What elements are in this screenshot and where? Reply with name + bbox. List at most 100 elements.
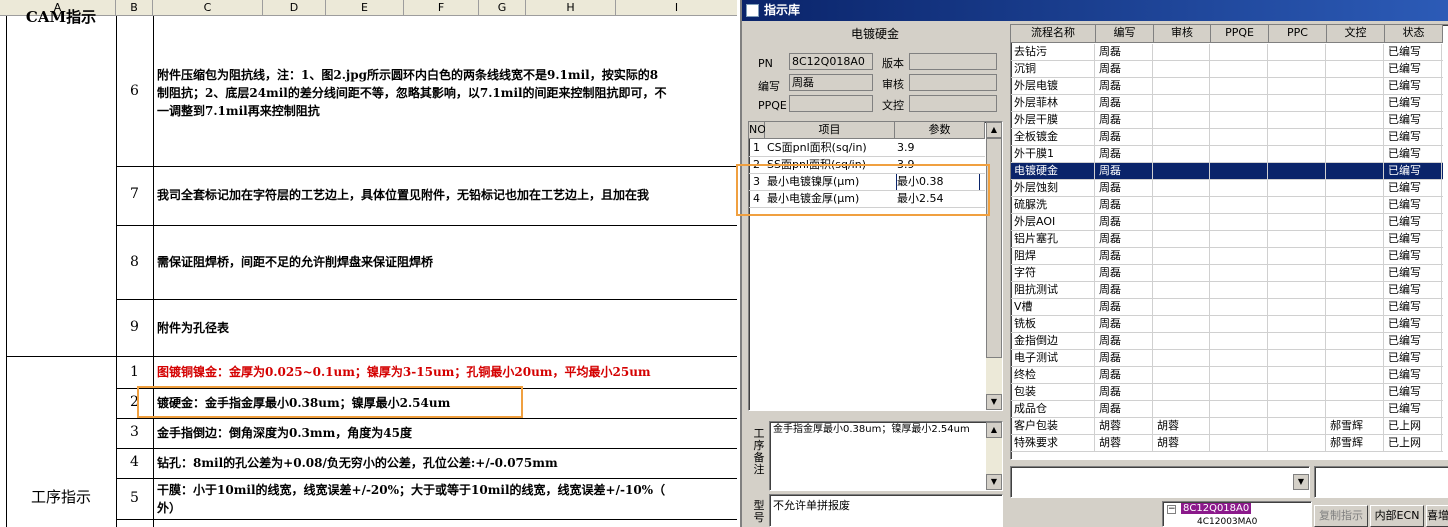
column-header-c[interactable]: C [153, 0, 263, 16]
pn-field[interactable]: 8C12Q018A0 [789, 53, 873, 70]
column-header-d[interactable]: D [263, 0, 326, 16]
row-number: 4 [130, 454, 139, 470]
type-text: 不允许单拼报废 [773, 499, 850, 512]
review-field[interactable] [909, 74, 997, 91]
next-button[interactable]: 喜增 [1426, 505, 1448, 527]
row-text[interactable]: 金手指倒边：倒角深度为0.3mm，角度为45度 [157, 423, 737, 443]
flow-row[interactable]: 去钻污 周磊 已编写 [1011, 44, 1443, 61]
params-header-value[interactable]: 参数 [895, 122, 985, 139]
grid-line [116, 478, 737, 479]
search-field[interactable] [1314, 466, 1448, 498]
row-text-line: 干膜：小于10mil的线宽，线宽误差+/-20%；大于或等于10mil的线宽，线… [157, 483, 666, 497]
flow-row[interactable]: 客户包装 胡蓉 胡蓉 郝雪辉 已上网 [1011, 418, 1443, 435]
flow-status: 已编写 [1388, 61, 1442, 78]
spreadsheet[interactable]: A B C D E F G H I CAM指示 工序指示 6 附件压缩包为阻抗线… [0, 0, 737, 527]
tree-root[interactable]: 8C12Q018A0 [1181, 503, 1252, 514]
tree-expand-icon[interactable]: − [1167, 505, 1176, 514]
section-label-process: 工序指示 [30, 488, 91, 506]
row-text[interactable]: 钻孔：8mil的孔公差为+0.08/负无穷小的公差，孔位公差:+/-0.075m… [157, 453, 737, 473]
scroll-up-icon[interactable]: ▲ [986, 422, 1002, 438]
row-number: 8 [130, 254, 139, 270]
row-text[interactable]: 附件压缩包为阻抗线，注：1、图2.jpg所示圆环内白色的两条线线宽不是9.1mi… [157, 66, 737, 120]
flow-row[interactable]: 金指倒边 周磊 已编写 [1011, 333, 1443, 350]
flows-header-ppqe[interactable]: PPQE [1211, 25, 1269, 43]
flow-ppqe [1214, 163, 1268, 180]
flow-row[interactable]: 外层电镀 周磊 已编写 [1011, 78, 1443, 95]
flow-row[interactable]: 全板镀金 周磊 已编写 [1011, 129, 1443, 146]
flow-row[interactable]: 字符 周磊 已编写 [1011, 265, 1443, 282]
param-value[interactable]: 3.9 [897, 140, 983, 156]
filter-combo[interactable]: ▼ [1010, 466, 1310, 498]
flow-row[interactable]: 终检 周磊 已编写 [1011, 367, 1443, 384]
flows-header-status[interactable]: 状态 [1385, 25, 1443, 43]
flow-review [1157, 146, 1210, 163]
flow-row[interactable]: 外层AOI 周磊 已编写 [1011, 214, 1443, 231]
flow-author: 周磊 [1099, 214, 1153, 231]
flow-row[interactable]: 包装 周磊 已编写 [1011, 384, 1443, 401]
row-text[interactable]: 我司全套标记加在字符层的工艺边上，具体位置见附件，无铅标记也加在工艺边上，且加在… [157, 185, 737, 205]
scroll-down-icon[interactable]: ▼ [986, 394, 1002, 410]
flow-ppc [1272, 367, 1326, 384]
flow-row[interactable]: V槽 周磊 已编写 [1011, 299, 1443, 316]
column-header-e[interactable]: E [326, 0, 404, 16]
flows-header-name[interactable]: 流程名称 [1011, 25, 1096, 43]
type-textarea[interactable]: 不允许单拼报废 [769, 494, 1003, 527]
column-header-h[interactable]: H [526, 0, 616, 16]
params-header-item[interactable]: 项目 [765, 122, 895, 139]
flow-ppc [1272, 265, 1326, 282]
flow-status: 已编写 [1388, 231, 1442, 248]
version-field[interactable] [909, 53, 997, 70]
flows-header-author[interactable]: 编写 [1096, 25, 1154, 43]
flow-review [1157, 231, 1210, 248]
pn-tree[interactable]: − 8C12Q018A0 4C12003MA0 [1162, 501, 1312, 527]
flows-header-ppc[interactable]: PPC [1269, 25, 1327, 43]
flow-row[interactable]: 外层菲林 周磊 已编写 [1011, 95, 1443, 112]
chevron-down-icon[interactable]: ▼ [1293, 474, 1309, 490]
flows-header-control[interactable]: 文控 [1327, 25, 1385, 43]
copy-instruction-button[interactable]: 复制指示 [1314, 505, 1368, 527]
author-field[interactable]: 周磊 [789, 74, 873, 91]
flow-row[interactable]: 外干膜1 周磊 已编写 [1011, 146, 1443, 163]
flow-row[interactable]: 电子测试 周磊 已编写 [1011, 350, 1443, 367]
flows-header-review[interactable]: 审核 [1154, 25, 1211, 43]
row-text[interactable]: 需保证阻焊桥，间距不足的允许削焊盘来保证阻焊桥 [157, 252, 737, 272]
flows-grid[interactable]: 流程名称 编写 审核 PPQE PPC 文控 状态 去钻污 周磊 已编写 沉铜 周磊 已编… [1010, 24, 1448, 460]
flow-row[interactable]: 阻焊 周磊 已编写 [1011, 248, 1443, 265]
flow-row[interactable]: 电镀硬金 周磊 已编写 [1011, 163, 1443, 180]
flow-row[interactable]: 外层干膜 周磊 已编写 [1011, 112, 1443, 129]
column-header-g[interactable]: G [479, 0, 526, 16]
flow-row[interactable]: 硫脲洗 周磊 已编写 [1011, 197, 1443, 214]
row-text[interactable]: 干膜：小于10mil的线宽，线宽误差+/-20%；大于或等于10mil的线宽，线… [157, 481, 737, 517]
row-text[interactable]: 附件为孔径表 [157, 318, 737, 338]
flow-row[interactable]: 沉铜 周磊 已编写 [1011, 61, 1443, 78]
flow-ppqe [1214, 180, 1268, 197]
column-header-b[interactable]: B [116, 0, 153, 16]
flow-name: 电镀硬金 [1014, 163, 1095, 180]
params-header-no[interactable]: NO [749, 122, 766, 139]
flow-ppqe [1214, 384, 1268, 401]
flow-row[interactable]: 阻抗测试 周磊 已编写 [1011, 282, 1443, 299]
scroll-down-icon[interactable]: ▼ [986, 474, 1002, 490]
flow-row[interactable]: 铣板 周磊 已编写 [1011, 316, 1443, 333]
note-scrollbar[interactable]: ▲ ▼ [986, 422, 1002, 490]
column-header-i[interactable]: I [616, 0, 737, 16]
note-textarea[interactable]: 金手指金厚最小0.38um；镍厚最小2.54um ▲ ▼ [769, 421, 1003, 491]
tree-child[interactable]: 4C12003MA0 [1197, 517, 1257, 527]
flow-row[interactable]: 成品仓 周磊 已编写 [1011, 401, 1443, 418]
param-item[interactable]: CS面pnl面积(sq/in) [767, 140, 895, 156]
flow-row[interactable]: 外层蚀刻 周磊 已编写 [1011, 180, 1443, 197]
flow-review [1157, 44, 1210, 61]
title-bar[interactable]: 指示库 [742, 0, 1448, 21]
flow-row[interactable]: 特殊要求 胡蓉 胡蓉 郝雪辉 已上网 [1011, 435, 1443, 452]
flow-row[interactable]: 铝片塞孔 周磊 已编写 [1011, 231, 1443, 248]
flow-status: 已编写 [1388, 146, 1442, 163]
row-text[interactable]: 图镀铜镍金：金厚为0.025~0.1um；镍厚为3-15um；孔铜最小20um，… [157, 362, 737, 382]
ppqe-field[interactable] [789, 95, 873, 112]
flow-name: 电子测试 [1014, 350, 1095, 367]
internal-ecn-button[interactable]: 内部ECN [1370, 505, 1424, 527]
control-field[interactable] [909, 95, 997, 112]
scroll-up-icon[interactable]: ▲ [986, 122, 1002, 138]
flow-author: 周磊 [1099, 282, 1153, 299]
flow-review [1157, 112, 1210, 129]
column-header-f[interactable]: F [404, 0, 479, 16]
